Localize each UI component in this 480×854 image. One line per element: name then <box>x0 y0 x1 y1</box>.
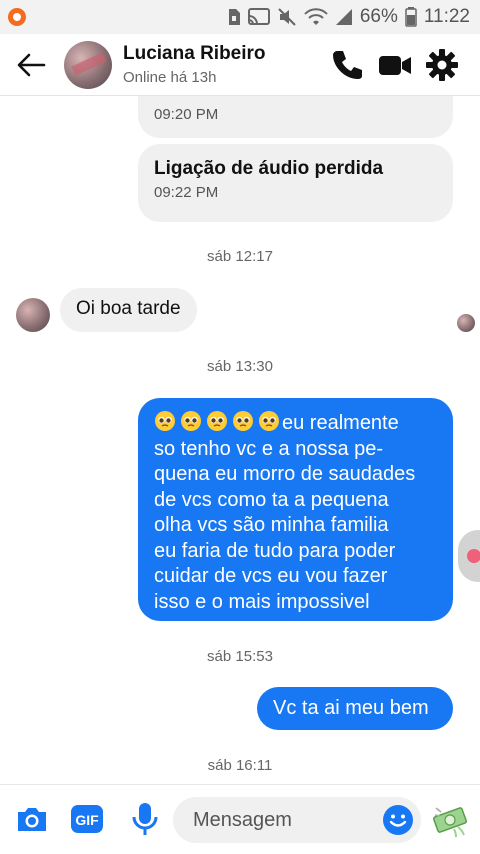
seen-avatar <box>457 314 475 332</box>
outgoing-message-short[interactable]: Vc ta ai meu bem <box>257 687 453 730</box>
message-line: so tenho vc e a nossa pe- <box>154 437 384 460</box>
timestamp: sáb 13:30 <box>207 358 273 375</box>
camera-icon[interactable] <box>15 802 49 836</box>
contact-avatar[interactable] <box>64 41 112 89</box>
contact-status: Online há 13h <box>123 69 217 86</box>
conversation-header: Luciana Ribeiro Online há 13h <box>0 34 480 96</box>
gif-icon[interactable]: GIF <box>70 802 104 836</box>
message-line: olha vcs são minha familia <box>154 514 389 536</box>
svg-text:GIF: GIF <box>75 812 99 828</box>
clock: 11:22 <box>423 6 470 27</box>
missed-call-title: Ligação de áudio perdida <box>154 158 384 179</box>
video-icon[interactable] <box>378 48 412 82</box>
timestamp: sáb 15:53 <box>207 648 273 665</box>
sim-icon <box>228 9 240 25</box>
outgoing-message-long[interactable]: eu realmente so tenho vc e a nossa pe- q… <box>138 398 453 621</box>
timestamp: sáb 16:11 <box>207 757 273 774</box>
mute-icon <box>278 8 296 26</box>
call-time: 09:20 PM <box>154 106 219 123</box>
message-line: cuidar de vcs eu vou fazer <box>154 565 388 587</box>
signal-icon <box>335 9 352 25</box>
gear-icon[interactable] <box>425 48 459 82</box>
message-line: de vcs como ta a pequena <box>154 488 389 511</box>
composer-bar: GIF <box>0 784 480 854</box>
battery-icon <box>405 7 417 27</box>
money-icon[interactable] <box>432 802 468 838</box>
battery-percent: 66% <box>359 6 398 27</box>
mic-icon[interactable] <box>128 802 162 836</box>
timestamp: sáb 12:17 <box>207 248 273 265</box>
screen-recorder-icon <box>8 8 26 26</box>
incoming-message[interactable]: Oi boa tarde <box>60 288 197 332</box>
sender-avatar[interactable] <box>16 298 50 332</box>
message-line: quena eu morro de saudades <box>154 463 416 485</box>
phone-icon[interactable] <box>330 48 364 82</box>
wifi-icon <box>304 8 328 25</box>
back-arrow-icon[interactable] <box>14 50 48 80</box>
call-time: 09:22 PM <box>154 184 219 201</box>
message-line: eu faria de tudo para poder <box>154 539 396 562</box>
status-bar: 66% 11:22 <box>0 0 480 34</box>
floating-side-tab[interactable] <box>458 530 480 582</box>
missed-call-bubble[interactable]: Ligação de áudio perdida 09:22 PM <box>138 144 453 222</box>
message-line: isso e o mais impossivel <box>154 590 370 613</box>
cast-icon <box>247 8 270 25</box>
call-bubble-partial[interactable]: 09:20 PM <box>138 96 453 138</box>
message-list[interactable]: 09:20 PM Ligação de áudio perdida 09:22 … <box>0 96 480 784</box>
smile-icon[interactable] <box>382 804 414 836</box>
message-line: eu realmente <box>154 410 437 437</box>
contact-name[interactable]: Luciana Ribeiro <box>123 43 266 65</box>
pleading-face-emoji-icon <box>155 410 280 432</box>
